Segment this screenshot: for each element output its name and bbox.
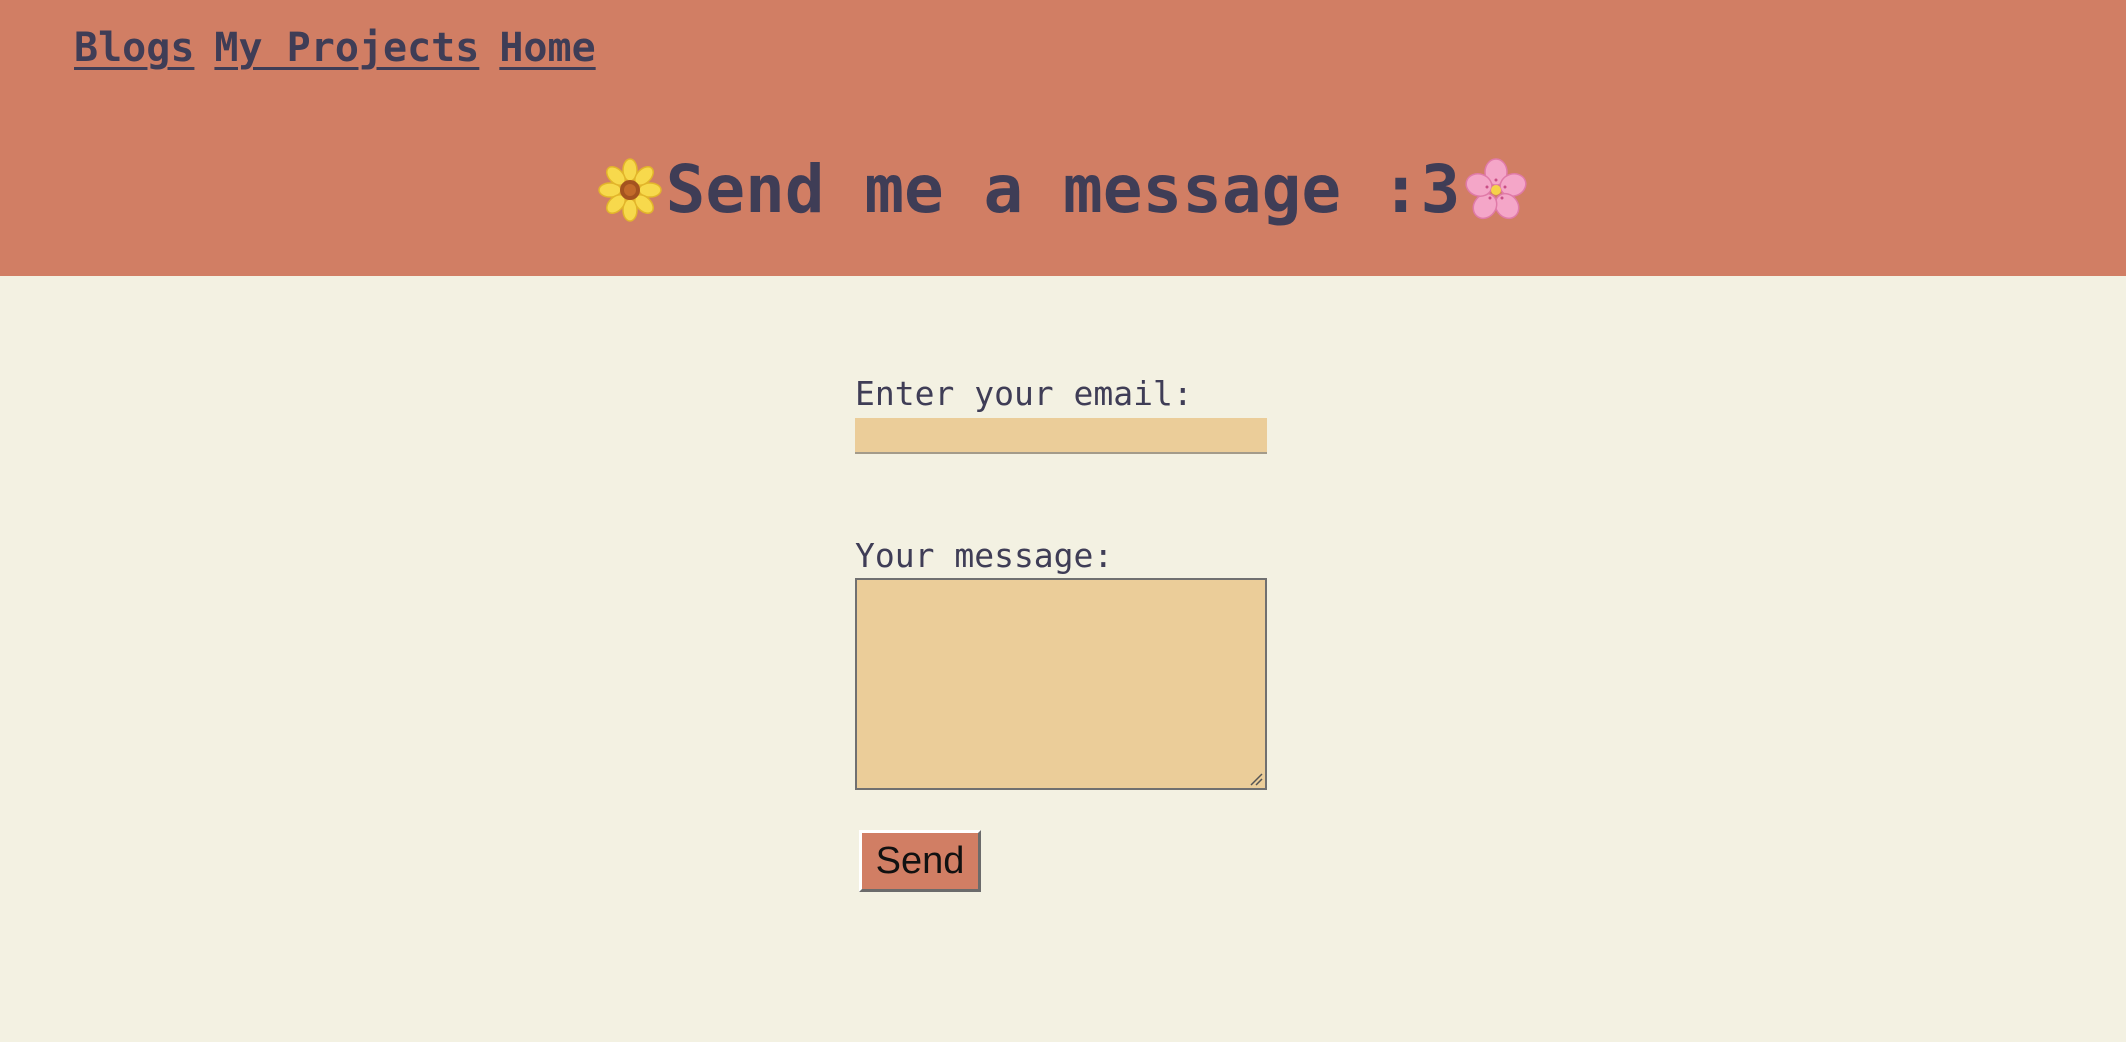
resize-handle-icon[interactable]	[1249, 772, 1263, 786]
page-title: Send me a message :3	[665, 151, 1461, 228]
top-nav: Blogs My Projects Home	[74, 22, 596, 74]
page-title-row: Send me a message :3	[0, 150, 2126, 230]
message-field-wrapper	[855, 578, 1267, 790]
nav-link-blogs[interactable]: Blogs	[74, 22, 194, 74]
nav-link-my-projects[interactable]: My Projects	[214, 22, 479, 74]
email-field[interactable]	[855, 418, 1267, 454]
contact-form: Enter your email: Your message: Send	[855, 374, 1275, 892]
cherry-blossom-icon	[1465, 158, 1527, 220]
message-label: Your message:	[855, 536, 1114, 575]
header-banner: Blogs My Projects Home Send me a message…	[0, 0, 2126, 276]
message-field[interactable]	[855, 578, 1267, 790]
email-label: Enter your email:	[855, 374, 1193, 413]
send-button[interactable]: Send	[859, 830, 981, 892]
sunflower-icon	[597, 158, 662, 222]
nav-link-home[interactable]: Home	[499, 22, 595, 74]
